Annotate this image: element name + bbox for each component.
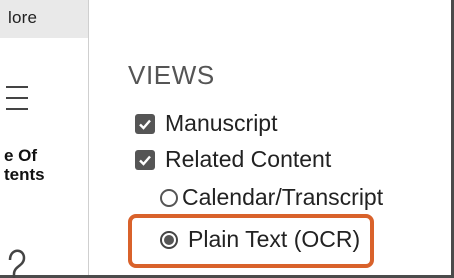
manuscript-checkbox[interactable] — [135, 113, 155, 134]
related-content-checkbox[interactable] — [135, 149, 155, 170]
table-of-contents-label[interactable]: e Of tents — [4, 146, 45, 184]
related-content-option[interactable]: Related Content — [135, 146, 331, 173]
highlight-annotation — [128, 214, 374, 268]
views-heading: VIEWS — [128, 60, 215, 90]
checkmark-icon — [139, 119, 151, 130]
toc-label-line2: tents — [4, 165, 45, 184]
calendar-transcript-option[interactable]: Calendar/Transcript — [160, 184, 383, 211]
hamburger-menu-icon[interactable] — [6, 84, 32, 112]
related-content-label: Related Content — [165, 146, 332, 172]
checkmark-icon — [139, 155, 151, 166]
partial-glyph-icon — [8, 249, 26, 278]
sidebar: lore e Of tents — [0, 0, 89, 278]
manuscript-option[interactable]: Manuscript — [135, 110, 277, 137]
more-tab[interactable]: lore — [0, 0, 88, 38]
more-label: lore — [8, 8, 38, 27]
panel-frame: lore e Of tents VIEWS Manuscript Related… — [0, 0, 454, 278]
calendar-transcript-radio[interactable] — [160, 188, 178, 207]
toc-label-line1: e Of — [4, 146, 38, 165]
manuscript-label: Manuscript — [165, 110, 278, 136]
calendar-transcript-label: Calendar/Transcript — [182, 184, 384, 210]
